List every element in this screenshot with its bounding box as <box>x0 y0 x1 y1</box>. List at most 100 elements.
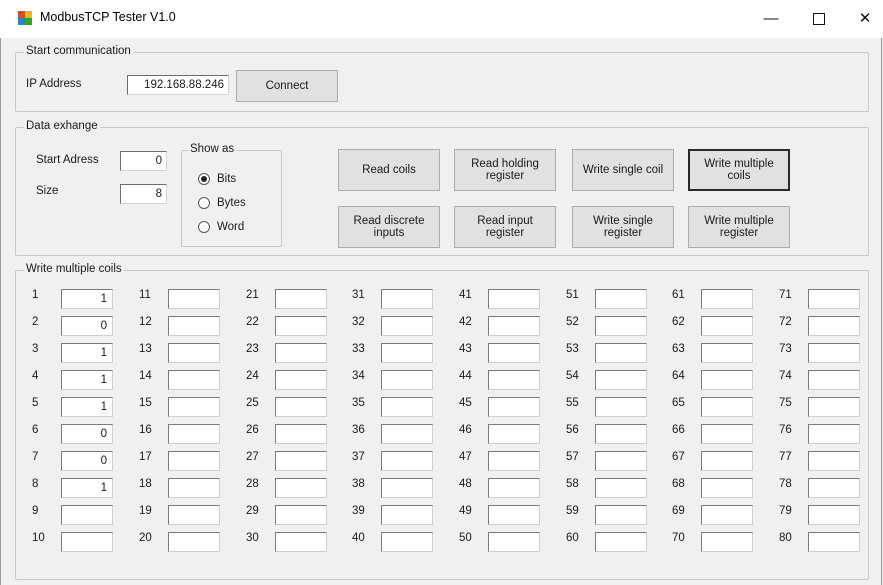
coil-input[interactable] <box>488 343 540 363</box>
close-button[interactable]: ✕ <box>842 0 883 38</box>
coil-input[interactable] <box>381 316 433 336</box>
coil-input[interactable] <box>168 370 220 390</box>
read-holding-register-button[interactable]: Read holding register <box>454 149 556 191</box>
radio-word[interactable]: Word <box>198 219 244 235</box>
coil-input[interactable] <box>595 424 647 444</box>
coil-input[interactable]: 0 <box>61 424 113 444</box>
coil-input[interactable] <box>168 343 220 363</box>
coil-input[interactable] <box>168 505 220 525</box>
coil-input[interactable] <box>808 451 860 471</box>
coil-input[interactable] <box>381 505 433 525</box>
coil-input[interactable]: 1 <box>61 478 113 498</box>
coil-input[interactable] <box>701 316 753 336</box>
coil-input[interactable] <box>275 478 327 498</box>
coil-input[interactable] <box>595 532 647 552</box>
coil-input[interactable] <box>701 478 753 498</box>
coil-input[interactable] <box>595 478 647 498</box>
radio-bits-indicator[interactable] <box>198 173 210 185</box>
coil-input[interactable] <box>381 451 433 471</box>
coil-input[interactable] <box>488 505 540 525</box>
coil-input[interactable] <box>595 397 647 417</box>
coil-input[interactable] <box>595 343 647 363</box>
radio-bytes-indicator[interactable] <box>198 197 210 209</box>
coil-input[interactable] <box>275 343 327 363</box>
size-input[interactable]: 8 <box>120 184 167 204</box>
coil-input[interactable] <box>168 478 220 498</box>
coil-input[interactable] <box>701 289 753 309</box>
coil-input[interactable] <box>488 397 540 417</box>
coil-input[interactable] <box>808 532 860 552</box>
coil-input[interactable] <box>808 424 860 444</box>
coil-input[interactable] <box>808 505 860 525</box>
coil-input[interactable] <box>275 532 327 552</box>
coil-input[interactable] <box>381 343 433 363</box>
coil-input[interactable] <box>488 370 540 390</box>
coil-input[interactable] <box>595 505 647 525</box>
coil-input[interactable] <box>701 397 753 417</box>
coil-input[interactable] <box>275 316 327 336</box>
coil-input[interactable]: 1 <box>61 289 113 309</box>
coil-input[interactable] <box>701 343 753 363</box>
coil-input[interactable] <box>168 397 220 417</box>
coil-input[interactable] <box>275 451 327 471</box>
coil-input[interactable]: 0 <box>61 451 113 471</box>
start-address-input[interactable]: 0 <box>120 151 167 171</box>
coil-input[interactable] <box>595 451 647 471</box>
read-coils-button[interactable]: Read coils <box>338 149 440 191</box>
coil-input[interactable] <box>701 505 753 525</box>
coil-input[interactable] <box>275 397 327 417</box>
write-multiple-register-button[interactable]: Write multiple register <box>688 206 790 248</box>
radio-bytes[interactable]: Bytes <box>198 195 246 211</box>
coil-input[interactable] <box>61 505 113 525</box>
coil-input[interactable] <box>808 316 860 336</box>
coil-input[interactable] <box>275 505 327 525</box>
coil-input[interactable]: 1 <box>61 370 113 390</box>
coil-input[interactable] <box>808 397 860 417</box>
coil-input[interactable] <box>808 343 860 363</box>
coil-input[interactable] <box>488 451 540 471</box>
radio-word-indicator[interactable] <box>198 221 210 233</box>
connect-button[interactable]: Connect <box>236 70 338 102</box>
coil-input[interactable] <box>381 397 433 417</box>
coil-input[interactable]: 0 <box>61 316 113 336</box>
coil-input[interactable] <box>275 424 327 444</box>
coil-input[interactable] <box>488 289 540 309</box>
coil-input[interactable] <box>381 289 433 309</box>
coil-input[interactable] <box>381 532 433 552</box>
coil-input[interactable] <box>168 289 220 309</box>
ip-address-input[interactable]: 192.168.88.246 <box>127 75 229 95</box>
write-single-register-button[interactable]: Write single register <box>572 206 674 248</box>
write-multiple-coils-button[interactable]: Write multiple coils <box>688 149 790 191</box>
coil-input[interactable] <box>168 532 220 552</box>
coil-input[interactable] <box>808 289 860 309</box>
write-single-coil-button[interactable]: Write single coil <box>572 149 674 191</box>
coil-input[interactable] <box>808 478 860 498</box>
maximize-button[interactable] <box>796 0 842 38</box>
coil-input[interactable] <box>595 316 647 336</box>
read-discrete-inputs-button[interactable]: Read discrete inputs <box>338 206 440 248</box>
coil-input[interactable] <box>701 370 753 390</box>
coil-input[interactable] <box>488 424 540 444</box>
coil-input[interactable]: 1 <box>61 397 113 417</box>
coil-input[interactable] <box>808 370 860 390</box>
coil-input[interactable] <box>275 370 327 390</box>
radio-bits[interactable]: Bits <box>198 171 236 187</box>
coil-input[interactable] <box>168 424 220 444</box>
read-input-register-button[interactable]: Read input register <box>454 206 556 248</box>
coil-input[interactable] <box>168 451 220 471</box>
coil-input[interactable] <box>488 478 540 498</box>
coil-input[interactable] <box>381 424 433 444</box>
coil-input[interactable] <box>701 424 753 444</box>
coil-input[interactable]: 1 <box>61 343 113 363</box>
coil-input[interactable] <box>701 532 753 552</box>
coil-input[interactable] <box>595 289 647 309</box>
coil-input[interactable] <box>275 289 327 309</box>
coil-input[interactable] <box>61 532 113 552</box>
coil-input[interactable] <box>488 316 540 336</box>
coil-input[interactable] <box>168 316 220 336</box>
coil-input[interactable] <box>381 478 433 498</box>
coil-input[interactable] <box>381 370 433 390</box>
coil-input[interactable] <box>701 451 753 471</box>
minimize-button[interactable]: — <box>748 0 794 38</box>
coil-input[interactable] <box>595 370 647 390</box>
